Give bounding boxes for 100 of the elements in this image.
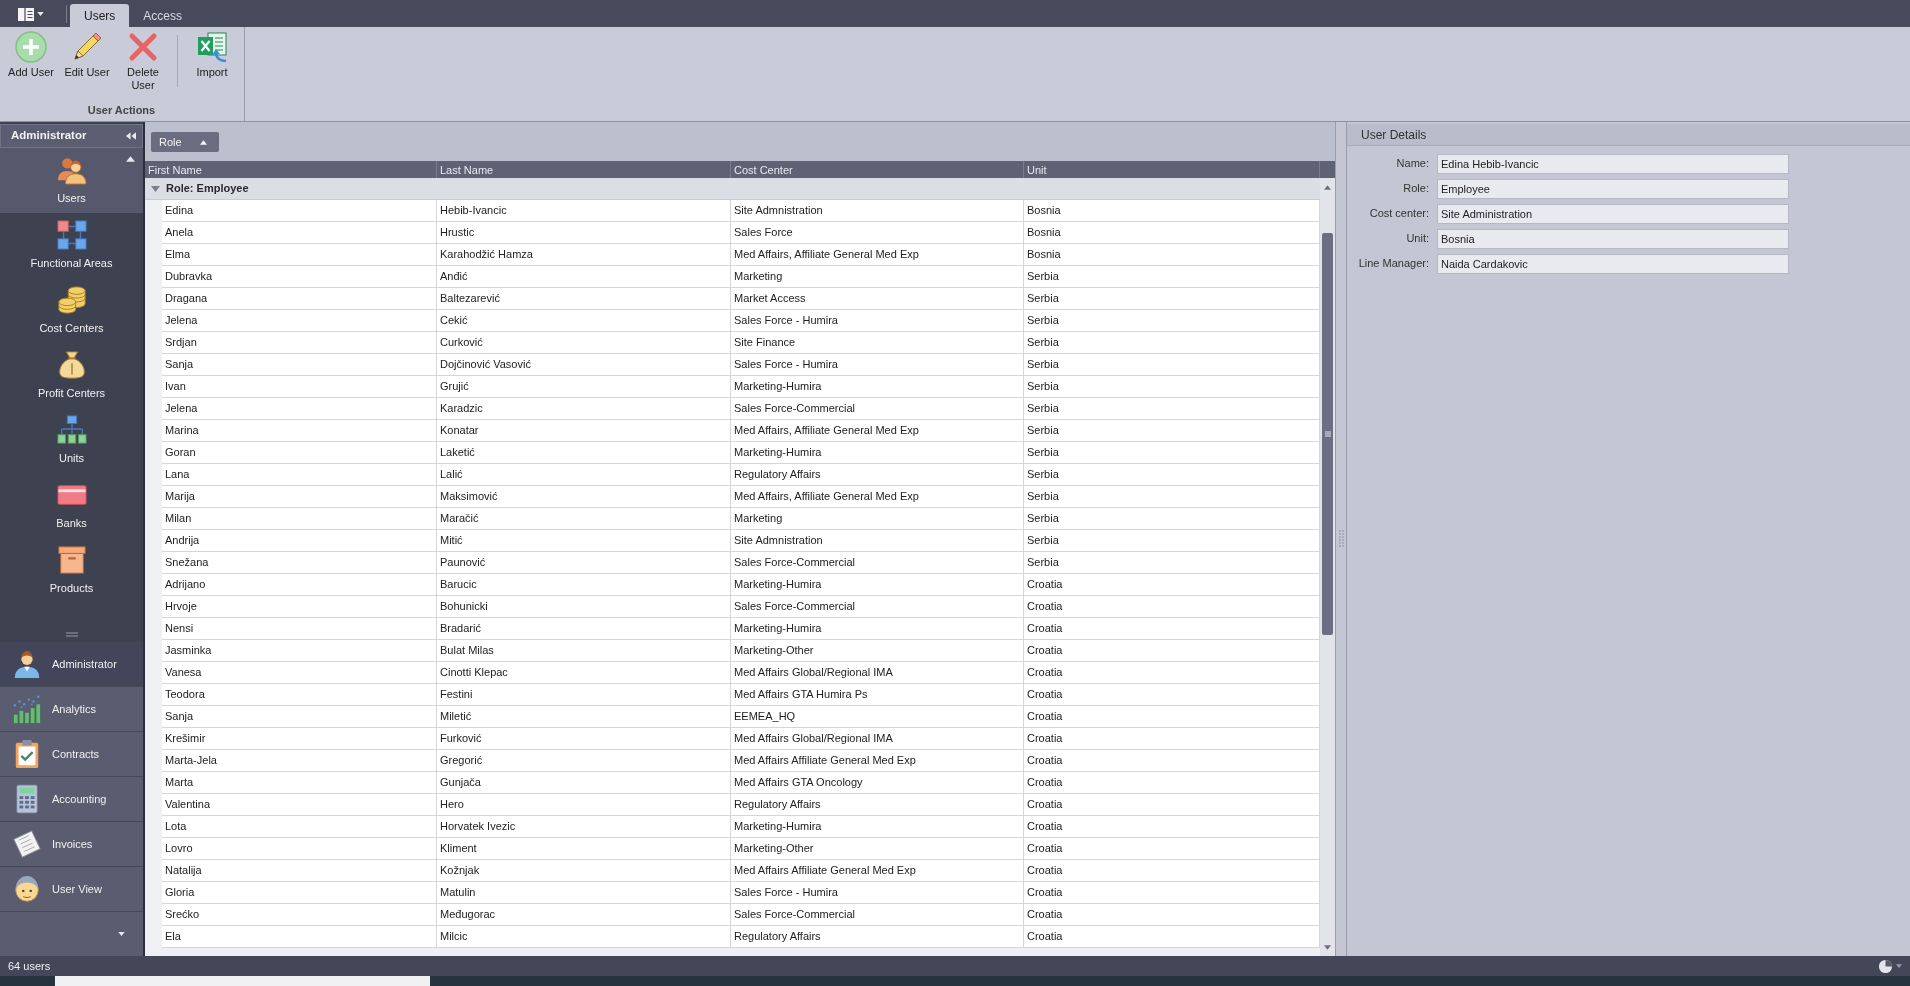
bag-icon [56,349,87,380]
scroll-thumb[interactable] [1322,233,1333,635]
ribbon-button[interactable]: Add User [3,31,59,80]
table-cell: Anela [162,222,437,244]
table-cell: EEMEA_HQ [731,706,1024,728]
status-text: 64 users [8,958,51,974]
table-cell: Ela [162,926,437,948]
table-cell: Croatia [1024,816,1320,838]
nav-button[interactable]: Analytics [0,687,143,732]
org-chart-icon [56,414,87,445]
table-cell: Dubravka [162,266,437,288]
ribbon-tab[interactable]: Users [70,4,130,27]
table-cell: Hero [437,794,731,816]
book-icon [18,7,34,21]
scrollbar[interactable] [1320,178,1335,956]
table-cell: Sales Force - Humira [731,354,1024,376]
text-field[interactable]: Bosnia [1437,228,1789,249]
table-cell: Paunović [437,552,731,574]
table-cell: Kožnjak [437,860,731,882]
sidebar-item[interactable]: Profit Centers [0,343,143,408]
table-cell: Med Affairs Global/Regional IMA [731,662,1024,684]
table-cell: Croatia [1024,926,1320,948]
table-cell: Maračić [437,508,731,530]
table-cell: Croatia [1024,882,1320,904]
table-cell: Serbia [1024,442,1320,464]
table-cell: Croatia [1024,794,1320,816]
table-cell: Srećko [162,904,437,926]
field-label: Line Manager: [1357,256,1430,272]
table-cell: Med Affairs GTA Humira Ps [731,684,1024,706]
ribbon-button[interactable]: Import [184,31,240,80]
table-cell: Marija [162,486,437,508]
group-row[interactable]: Role: Employee [145,178,1320,200]
table-cell: Serbia [1024,486,1320,508]
table-cell: Bradarić [437,618,731,640]
text-field[interactable]: Employee [1437,178,1789,199]
group-by-button[interactable]: Role [151,132,219,152]
table-cell: Međugorac [437,904,731,926]
table-cell: Natalija [162,860,437,882]
table-cell: Ivan [162,376,437,398]
panel-title: User Details [1347,124,1910,146]
nav-button[interactable]: Accounting [0,777,143,822]
table-cell: Elma [162,244,437,266]
expand-icon[interactable] [151,185,160,192]
table-cell: Snežana [162,552,437,574]
table-cell: Bosnia [1024,244,1320,266]
table-cell: Anđić [437,266,731,288]
nav-button[interactable]: Contracts [0,732,143,777]
group-label: User Actions [87,102,156,118]
table-cell: Serbia [1024,552,1320,574]
table-cell: Croatia [1024,596,1320,618]
sidebar-item[interactable]: Functional Areas [0,213,143,278]
table-cell: Lalić [437,464,731,486]
text-field[interactable]: Naida Cardakovic [1437,253,1789,274]
sidebar-item[interactable]: Cost Centers [0,278,143,343]
table-cell: Sales Force-Commercial [731,904,1024,926]
table-cell: Regulatory Affairs [731,926,1024,948]
caret-icon[interactable] [118,932,125,936]
sidebar-item[interactable]: Products [0,538,143,603]
table-cell: Lana [162,464,437,486]
field-label: Name: [1395,156,1430,172]
status-menu-button[interactable] [1878,958,1902,974]
sidebar-item[interactable]: Users [0,148,143,213]
plus-circle-icon [15,31,47,63]
table-cell: Krešimir [162,728,437,750]
table-cell: Sales Force - Humira [731,310,1024,332]
table-cell: Croatia [1024,640,1320,662]
table-cell: Gunjača [437,772,731,794]
text-field[interactable]: Edina Hebib-Ivancic [1437,153,1789,174]
scroll-up-icon[interactable] [126,156,135,162]
ribbon-button[interactable]: Delete User [115,31,171,93]
table-cell: Croatia [1024,904,1320,926]
text-field[interactable]: Site Administration [1437,203,1789,224]
nav-button[interactable]: Administrator [0,642,143,687]
sidebar-item[interactable]: Units [0,408,143,473]
table-cell: Miletić [437,706,731,728]
table-cell: Lota [162,816,437,838]
table-cell: Marina [162,420,437,442]
table-cell: Marketing [731,508,1024,530]
nav-button[interactable]: User View [0,867,143,912]
table-cell: Regulatory Affairs [731,464,1024,486]
collapse-icon[interactable] [126,132,136,140]
table-cell: Sanja [162,354,437,376]
sidebar-item[interactable]: Banks [0,473,143,538]
table-cell: Curković [437,332,731,354]
scroll-up-icon[interactable] [1324,184,1331,190]
table-cell: Hebib-Ivancic [437,200,731,222]
ribbon-tab[interactable]: Access [129,4,197,27]
nav-button[interactable]: Invoices [0,822,143,867]
table-cell: Med Affairs, Affiliate General Med Exp [731,486,1024,508]
scroll-down-icon[interactable] [1324,944,1331,950]
table-cell: Croatia [1024,574,1320,596]
coins-icon [56,284,87,315]
table-cell: Serbia [1024,420,1320,442]
squares-diagram-icon [56,219,87,250]
table-cell: Festini [437,684,731,706]
ribbon-button[interactable]: Edit User [59,31,115,80]
table-cell: Sanja [162,706,437,728]
table-cell: Serbia [1024,266,1320,288]
table-cell: Adrijano [162,574,437,596]
table-cell: Sales Force-Commercial [731,596,1024,618]
